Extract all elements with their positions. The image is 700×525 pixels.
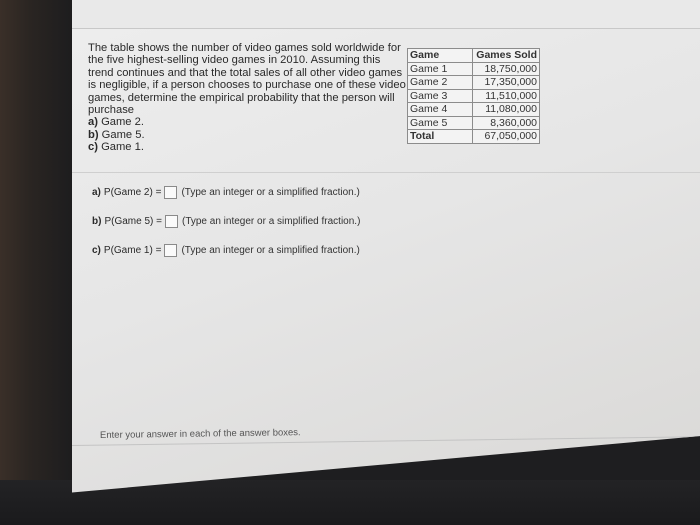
section-divider	[72, 172, 700, 173]
problem-statement: The table shows the number of video game…	[88, 42, 408, 154]
table-row: Game 2 17,350,000	[407, 75, 540, 90]
answer-expression: P(Game 5) =	[104, 215, 162, 227]
table-row: Game 1 18,750,000	[407, 61, 540, 76]
answer-input-game-2[interactable]	[164, 185, 178, 199]
problem-part-c: c) Game 1.	[88, 141, 144, 154]
monitor-bezel-left	[0, 0, 75, 525]
answer-hint: (Type an integer or a simplified fractio…	[181, 244, 360, 256]
answer-hint: (Type an integer or a simplified fractio…	[181, 186, 360, 198]
table-row: Game 5 8,360,000	[407, 115, 540, 130]
games-sold-value: 11,510,000	[472, 88, 540, 103]
game-name: Game 4	[407, 102, 473, 117]
table-header-row: Game Games Sold	[407, 48, 540, 63]
footer-instruction: Enter your answer in each of the answer …	[99, 427, 301, 441]
question-page: The table shows the number of video game…	[72, 0, 700, 493]
answer-expression: P(Game 2) =	[103, 186, 162, 198]
answer-label: c)	[92, 244, 101, 256]
game-name: Game 2	[407, 75, 473, 90]
answer-label: b)	[92, 215, 102, 227]
table-total-row: Total 67,050,000	[407, 129, 540, 144]
problem-parts: a) Game 2. b) Game 5. c) Game 1.	[88, 116, 408, 153]
header-strip	[72, 0, 700, 29]
problem-part-a: a) Game 2.	[88, 116, 144, 129]
problem-part-b: b) Game 5.	[88, 128, 145, 141]
games-sold-value: 18,750,000	[472, 61, 540, 76]
table-row: Game 3 11,510,000	[407, 88, 540, 103]
game-name: Game 1	[407, 61, 473, 76]
column-header-game: Game	[407, 48, 473, 63]
answer-hint: (Type an integer or a simplified fractio…	[181, 215, 361, 227]
game-name: Game 3	[407, 88, 473, 103]
answer-row-c: c) P(Game 1) = (Type an integer or a sim…	[92, 242, 360, 258]
answer-label: a)	[92, 186, 101, 198]
games-sold-value: 17,350,000	[472, 75, 540, 90]
game-name: Game 5	[407, 115, 473, 130]
answer-row-b: b) P(Game 5) = (Type an integer or a sim…	[92, 213, 360, 229]
answer-expression: P(Game 1) =	[103, 244, 162, 256]
answer-row-a: a) P(Game 2) = (Type an integer or a sim…	[92, 184, 360, 200]
answer-input-game-1[interactable]	[164, 243, 178, 257]
total-label: Total	[407, 129, 473, 144]
problem-text: The table shows the number of video game…	[88, 42, 406, 117]
answer-section: a) P(Game 2) = (Type an integer or a sim…	[92, 184, 360, 271]
table-row: Game 4 11,080,000	[407, 102, 540, 117]
column-header-games-sold: Games Sold	[472, 48, 540, 63]
total-value: 67,050,000	[472, 129, 540, 144]
games-sold-value: 8,360,000	[472, 115, 540, 130]
games-sold-table: Game Games Sold Game 1 18,750,000 Game 2…	[407, 48, 540, 144]
games-sold-value: 11,080,000	[472, 102, 540, 117]
answer-input-game-5[interactable]	[164, 214, 178, 228]
